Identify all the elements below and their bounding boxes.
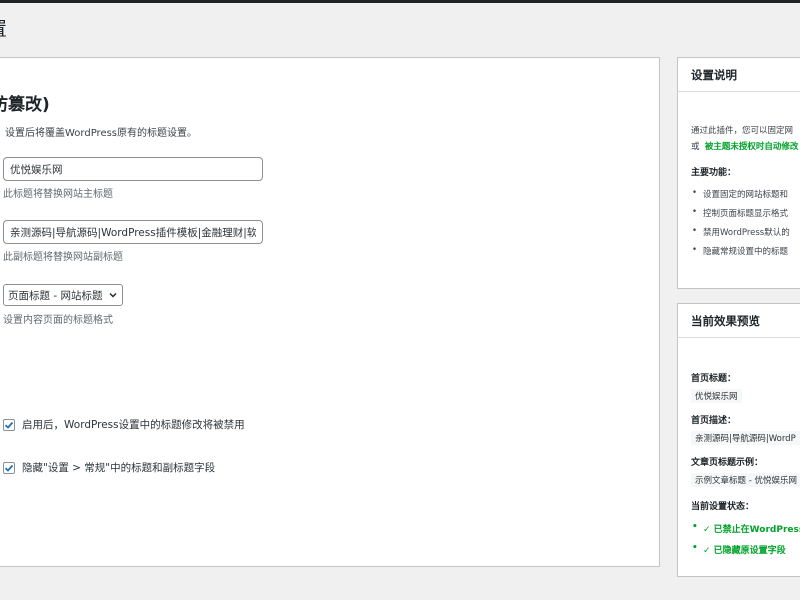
checkmark-icon [4,464,14,472]
help-description-line-2: 或 被主题未授权时自动修改 [691,140,800,152]
hide-title-fields-option: 隐藏"设置 > 常规"中的标题和副标题字段 [3,460,215,475]
feature-item: 设置固定的网站标题和 [691,188,800,200]
disable-title-edit-option: 启用后，WordPress设置中的标题修改将被禁用 [3,417,245,432]
hide-title-fields-checkbox[interactable] [3,461,15,474]
title-format-description: 设置内容页面的标题格式 [3,315,113,326]
status-list: ✓ 已禁止在WordPress ✓ 已隐藏原设置字段 [691,522,800,556]
help-description-line-1: 通过此插件，您可以固定网 [691,126,794,136]
status-label: 当前设置状态： [691,502,755,512]
site-title-description: 此标题将替换网站主标题 [3,189,113,200]
feature-item: 隐藏常规设置中的标题 [691,245,800,257]
site-subtitle-description: 此副标题将替换网站副标题 [3,252,123,263]
post-title-preview: 示例文章标题 - 优悦娱乐网 [691,473,800,487]
status-item: ✓ 已禁止在WordPress [691,522,800,535]
admin-top-bar [0,0,800,3]
post-title-label: 文章页标题示例： [691,458,764,468]
home-description-label: 首页描述： [691,416,737,426]
site-title-input[interactable] [3,157,263,181]
title-format-selected-value: 页面标题 - 网站标题 [8,289,103,302]
page-title: 置 [0,14,7,41]
preview-panel: 当前效果预览 首页标题： 优悦娱乐网 首页描述： 亲测源码|导航源码|WordP… [677,303,800,577]
preview-panel-title: 当前效果预览 [678,304,800,338]
status-item: ✓ 已隐藏原设置字段 [691,543,800,556]
settings-form-panel: 防篡改) 设置后将覆盖WordPress原有的标题设置。 此标题将替换网站主标题… [0,57,660,567]
section-intro: 设置后将覆盖WordPress原有的标题设置。 [5,128,198,139]
chevron-down-icon [109,293,117,298]
title-format-select[interactable]: 页面标题 - 网站标题 [3,284,123,306]
help-description-highlight: 被主题未授权时自动修改 [704,142,799,152]
home-description-preview: 亲测源码|导航源码|WordP [691,431,800,445]
feature-item: 禁用WordPress默认的 [691,226,800,238]
checkmark-icon [4,421,14,429]
disable-title-edit-label: 启用后，WordPress设置中的标题修改将被禁用 [22,419,245,431]
site-subtitle-input[interactable] [3,220,263,244]
help-description-prefix: 或 [691,142,700,152]
help-panel: 设置说明 通过此插件，您可以固定网 或 被主题未授权时自动修改 主要功能： 设置… [677,57,800,289]
disable-title-edit-checkbox[interactable] [3,418,15,431]
section-title: 防篡改) [0,95,50,115]
features-heading: 主要功能： [691,168,737,178]
hide-title-fields-label: 隐藏"设置 > 常规"中的标题和副标题字段 [22,462,216,474]
help-panel-title: 设置说明 [678,58,800,92]
home-title-preview: 优悦娱乐网 [691,389,742,403]
features-list: 设置固定的网站标题和 控制页面标题显示格式 禁用WordPress默认的 隐藏常… [691,188,800,257]
home-title-label: 首页标题： [691,374,737,384]
feature-item: 控制页面标题显示格式 [691,207,800,219]
